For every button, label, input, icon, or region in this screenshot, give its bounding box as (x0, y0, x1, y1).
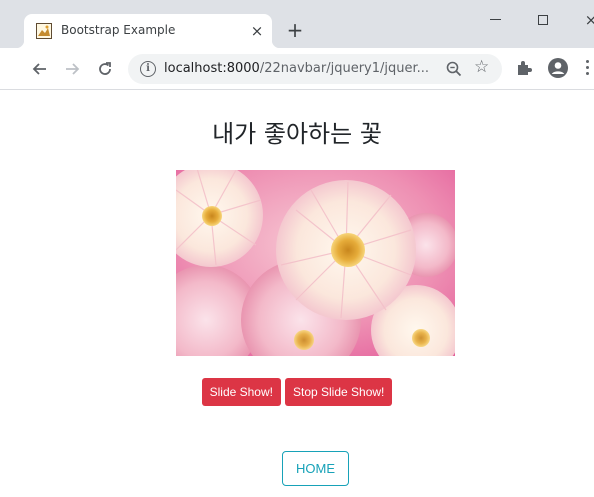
browser-toolbar: i localhost:8000/22navbar/jquery1/jquer.… (0, 48, 594, 90)
tab-close-icon[interactable]: × (247, 21, 267, 41)
new-tab-button[interactable]: + (283, 18, 307, 42)
page-heading: 내가 좋아하는 꽃 (212, 120, 382, 148)
window-close-button[interactable]: × (576, 8, 594, 32)
site-info-icon[interactable]: i (140, 61, 156, 77)
maximize-icon (538, 15, 548, 25)
profile-avatar-icon[interactable] (547, 57, 569, 79)
reload-icon[interactable] (93, 57, 117, 81)
address-bar[interactable]: i localhost:8000/22navbar/jquery1/jquer.… (128, 54, 502, 84)
url-text[interactable]: localhost:8000/22navbar/jquery1/jquer... (164, 61, 429, 76)
bookmark-star-icon[interactable]: ☆ (474, 57, 489, 77)
kebab-menu-icon[interactable] (586, 60, 590, 78)
back-arrow-icon[interactable] (28, 57, 52, 81)
forward-arrow-icon[interactable] (60, 57, 84, 81)
site-favicon-icon (36, 23, 52, 39)
zoom-icon[interactable] (444, 59, 464, 79)
tab-title: Bootstrap Example (61, 23, 176, 37)
minimize-icon (489, 19, 501, 20)
flower-image (176, 170, 455, 356)
page-content: 내가 좋아하는 꽃 Slide Show! Stop Slide Show! H… (0, 90, 594, 497)
window-minimize-button[interactable] (480, 8, 510, 32)
url-host: localhost:8000 (164, 61, 260, 76)
browser-tab-active[interactable]: Bootstrap Example × (16, 14, 280, 48)
home-button[interactable]: HOME (282, 451, 349, 486)
slide-show-button[interactable]: Slide Show! (201, 378, 281, 406)
slide-button-row: Slide Show! Stop Slide Show! (0, 378, 594, 406)
stop-slide-show-button[interactable]: Stop Slide Show! (284, 378, 393, 406)
url-path: /22navbar/jquery1/jquer... (259, 61, 430, 76)
browser-tab-strip: Bootstrap Example × + × (0, 0, 594, 48)
window-maximize-button[interactable] (528, 8, 558, 32)
extensions-puzzle-icon[interactable] (515, 59, 533, 77)
